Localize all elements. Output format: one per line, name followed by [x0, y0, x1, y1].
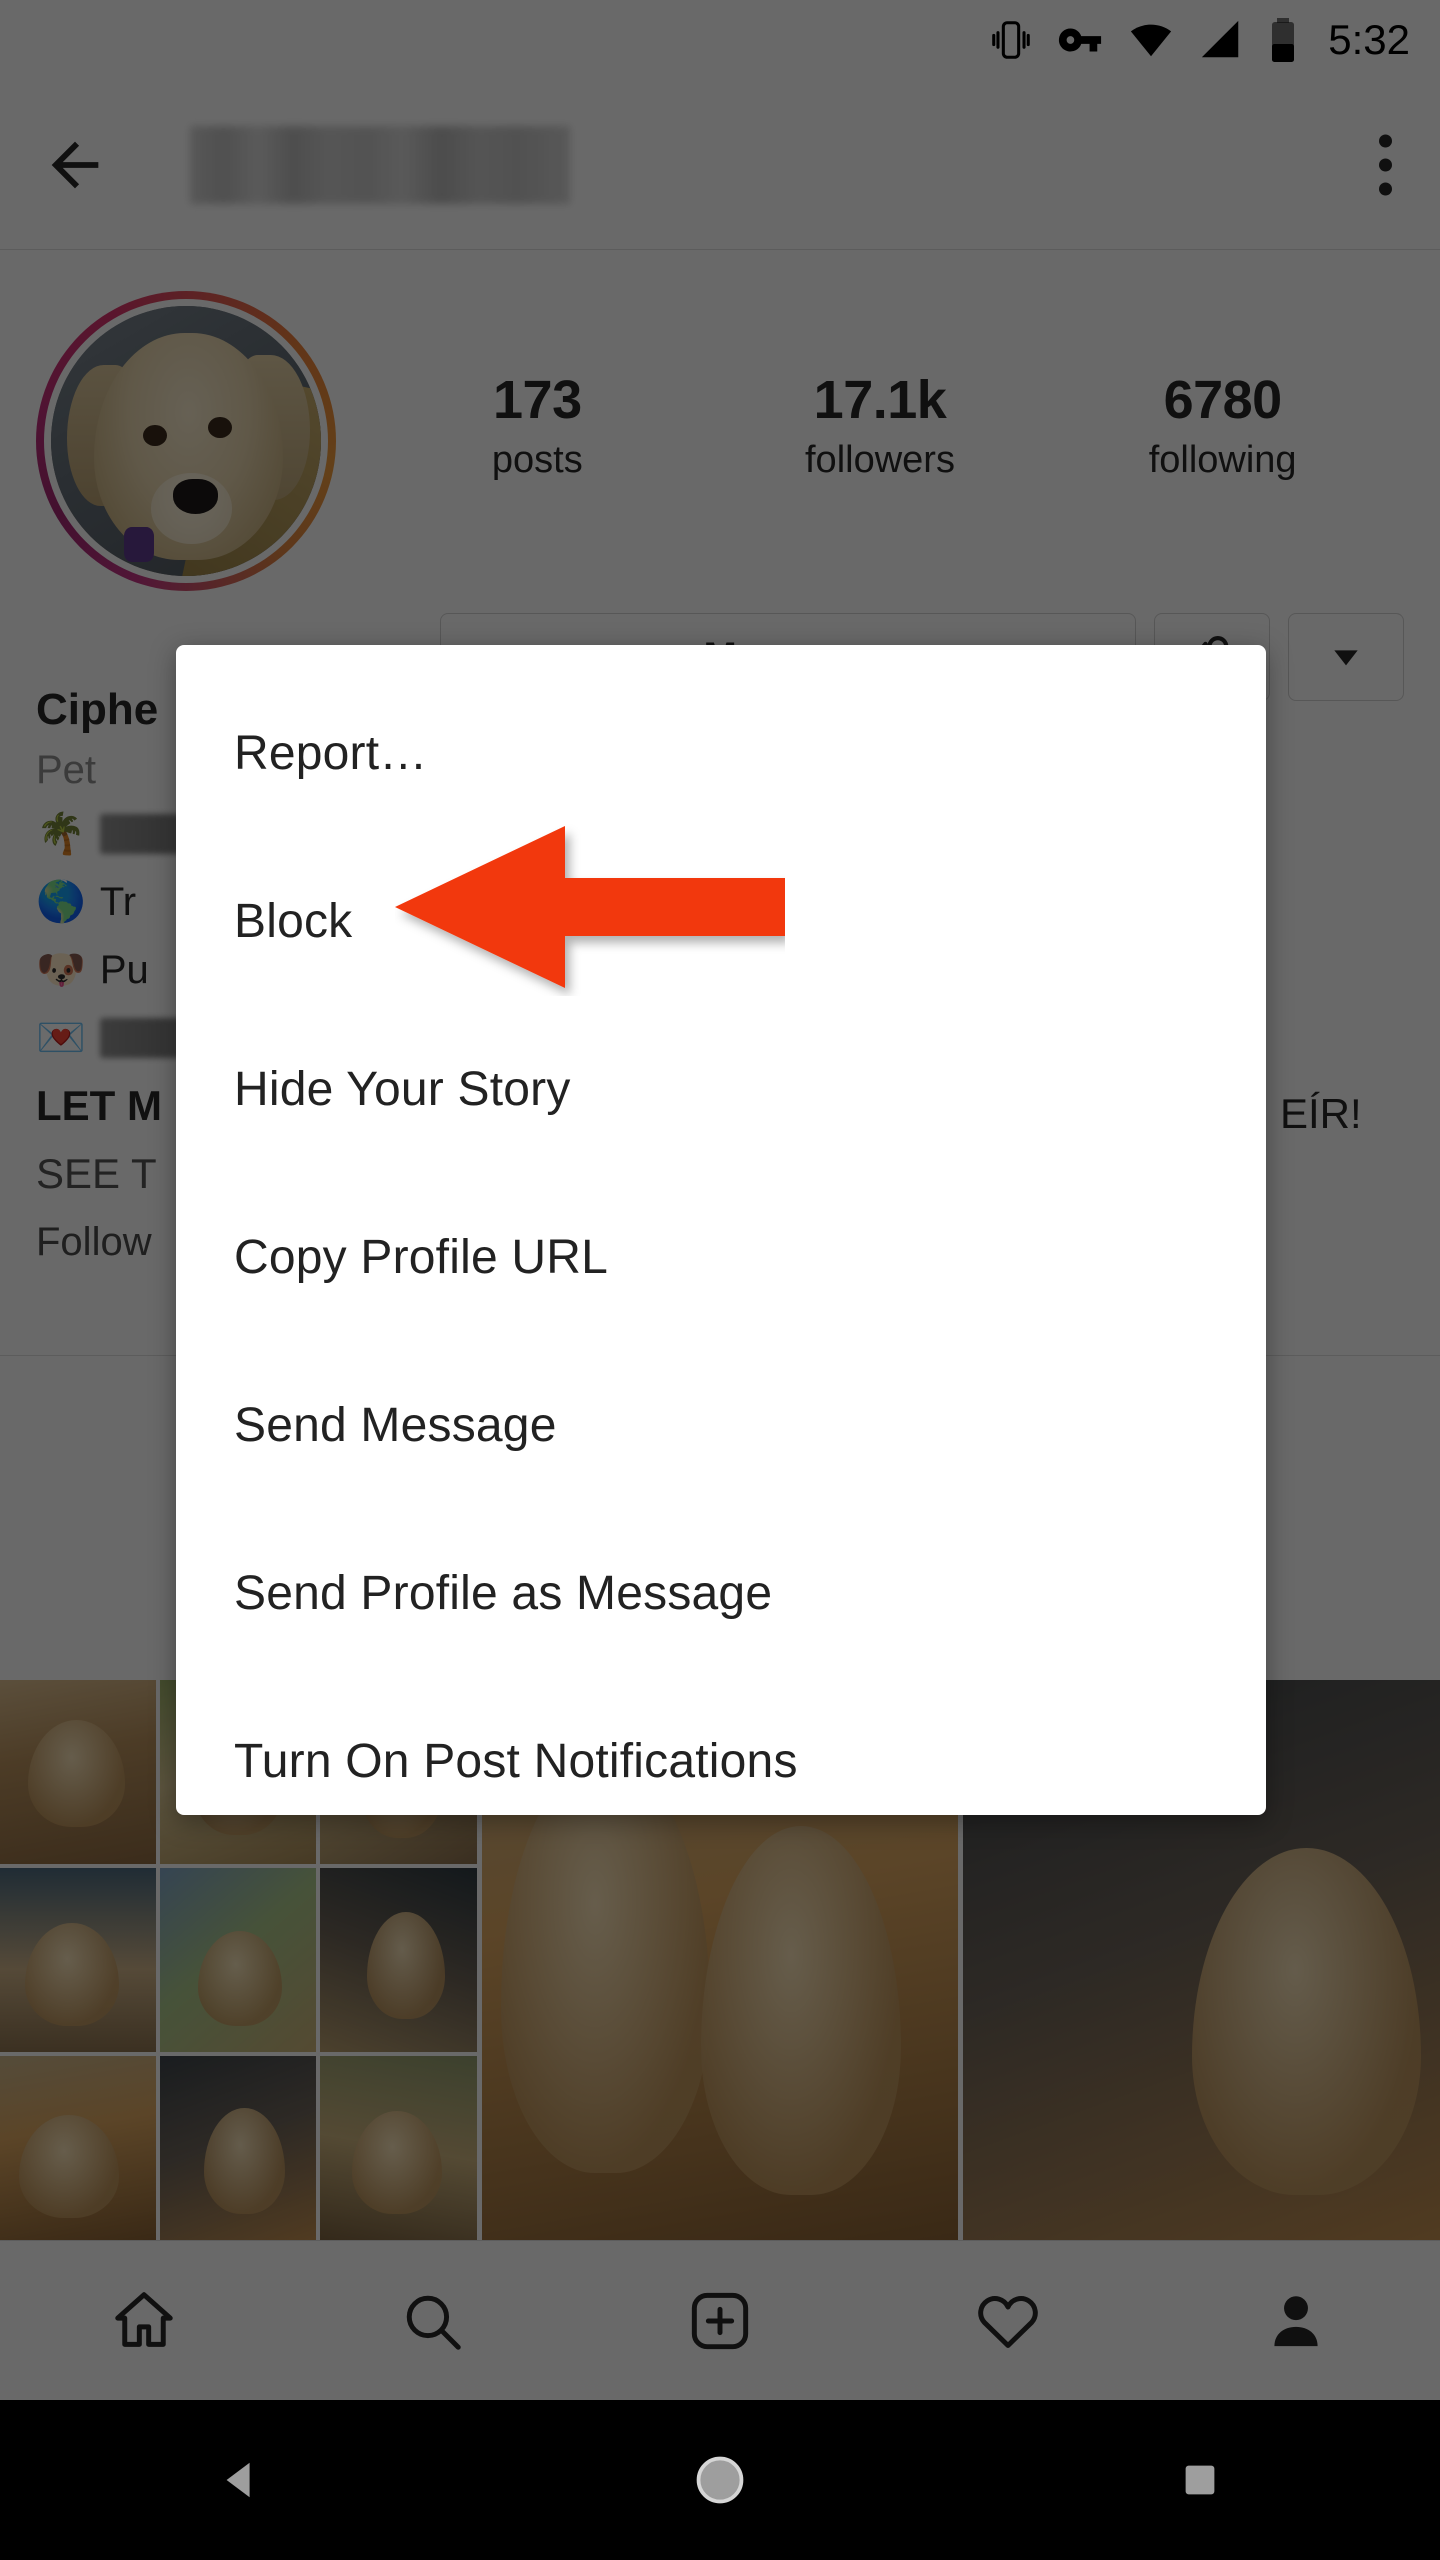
recents-square-icon: [1185, 2465, 1215, 2495]
stat-following-value: 6780: [1163, 370, 1283, 430]
grid-mini-photo[interactable]: [0, 1680, 157, 1864]
home-icon: [115, 2291, 173, 2347]
menu-item-block[interactable]: Block: [176, 837, 1266, 1005]
home-circle-icon: [696, 2456, 744, 2504]
grid-mini-photo[interactable]: [320, 1868, 477, 2052]
heart-icon: [978, 2295, 1038, 2348]
bio-line-text: Pu: [99, 948, 149, 992]
profile-options-dialog: Report… Block Hide Your Story Copy Profi…: [176, 645, 1266, 1815]
dog-face-icon: 🐶: [36, 948, 86, 992]
bio-line-text: Tr: [99, 880, 137, 924]
phone-screen: 5:32 173 posts 17.1k followers 6780 foll…: [0, 0, 1440, 2560]
overflow-dot: [1379, 158, 1392, 171]
status-bar-clock: 5:32: [1328, 16, 1410, 63]
stat-following[interactable]: 6780 following: [1148, 368, 1298, 488]
profile-icon: [1274, 2295, 1318, 2346]
stat-followers[interactable]: 17.1k followers: [805, 368, 955, 488]
profile-toolbar: [0, 80, 1440, 250]
avatar-story-ring[interactable]: [36, 291, 336, 591]
grid-mini-photo[interactable]: [0, 2056, 157, 2240]
stat-posts-label: posts: [491, 439, 583, 481]
battery-icon: [1272, 18, 1295, 62]
back-button[interactable]: [0, 130, 150, 200]
stat-posts-value: 173: [493, 370, 582, 430]
android-navigation-bar: [0, 2400, 1440, 2560]
vibrate-icon: [992, 21, 1031, 59]
search-icon: [406, 2295, 461, 2350]
menu-item-send-profile-as-message[interactable]: Send Profile as Message: [176, 1509, 1266, 1677]
grid-mini-photo[interactable]: [320, 2056, 477, 2240]
android-recents-button[interactable]: [1100, 2457, 1300, 2503]
wifi-icon: [1131, 24, 1172, 57]
back-triangle-icon: [226, 2462, 250, 2498]
caret-down-icon: [1334, 650, 1358, 666]
android-home-button[interactable]: [620, 2452, 820, 2508]
nav-add-post[interactable]: [630, 2286, 810, 2356]
grid-mini-photo[interactable]: [160, 2056, 317, 2240]
menu-item-copy-profile-url[interactable]: Copy Profile URL: [176, 1173, 1266, 1341]
bio-headline-right-fragment: EÍR!: [1280, 1090, 1362, 1137]
menu-item-send-message[interactable]: Send Message: [176, 1341, 1266, 1509]
menu-item-hide-your-story[interactable]: Hide Your Story: [176, 1005, 1266, 1173]
menu-item-report[interactable]: Report…: [176, 669, 1266, 837]
profile-stats: 173 posts 17.1k followers 6780 following: [336, 368, 1404, 488]
globe-icon: 🌎: [36, 880, 86, 924]
stat-followers-label: followers: [805, 439, 955, 481]
add-post-icon: [691, 2292, 749, 2349]
menu-item-turn-on-post-notifications[interactable]: Turn On Post Notifications: [176, 1677, 1266, 1815]
grid-mini-photo[interactable]: [0, 1868, 157, 2052]
stat-posts[interactable]: 173 posts: [462, 368, 612, 488]
nav-activity[interactable]: [918, 2286, 1098, 2356]
back-arrow-icon: [51, 141, 99, 188]
nav-home[interactable]: [54, 2286, 234, 2356]
nav-profile[interactable]: [1206, 2286, 1386, 2356]
stat-followers-value: 17.1k: [813, 370, 947, 430]
grid-mini-photo[interactable]: [160, 1868, 317, 2052]
avatar-inner-ring: [44, 299, 328, 583]
avatar[interactable]: [51, 306, 321, 576]
vpn-key-icon: [1059, 28, 1102, 52]
love-letter-icon: 💌: [36, 1016, 86, 1060]
android-back-button[interactable]: [140, 2454, 340, 2506]
bottom-navigation-bar: [0, 2240, 1440, 2400]
profile-username-title: [190, 125, 570, 204]
avatar-and-stats-row: 173 posts 17.1k followers 6780 following: [36, 291, 1404, 591]
profile-header: 173 posts 17.1k followers 6780 following…: [0, 251, 1440, 701]
status-bar: 5:32: [0, 0, 1440, 80]
nav-search[interactable]: [342, 2286, 522, 2356]
cellular-signal-icon: [1202, 20, 1239, 58]
overflow-menu-button[interactable]: [1379, 134, 1392, 195]
overflow-dot: [1379, 182, 1392, 195]
palm-tree-icon: 🌴: [36, 812, 86, 856]
stat-following-label: following: [1148, 439, 1297, 481]
overflow-dot: [1379, 134, 1392, 147]
